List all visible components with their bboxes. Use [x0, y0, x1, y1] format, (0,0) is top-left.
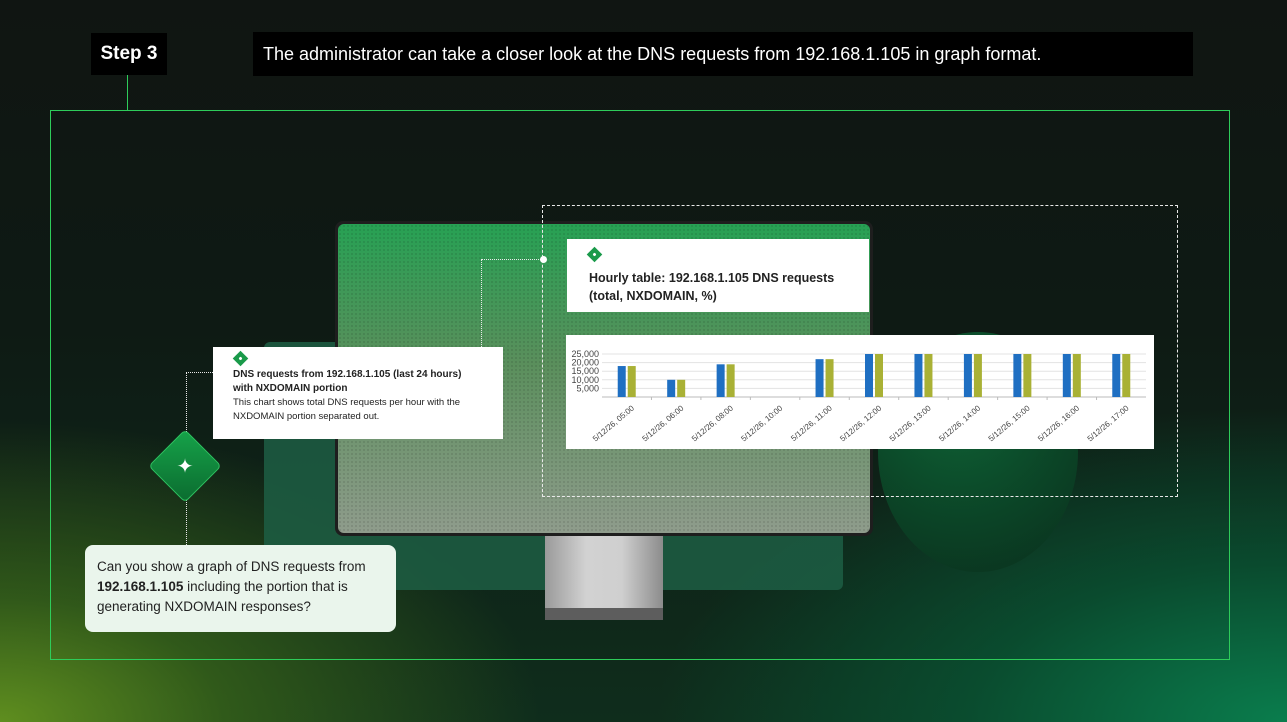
connector-dot: [540, 256, 547, 263]
prompt-text-pre: Can you show a graph of DNS requests fro…: [97, 559, 366, 574]
x-tick-label: 5/12/26, 16:00: [1036, 403, 1081, 443]
user-prompt-bubble: Can you show a graph of DNS requests fro…: [85, 545, 396, 632]
bar-total: [815, 359, 824, 397]
bar-nxdomain: [973, 354, 982, 397]
x-tick-label: 5/12/26, 06:00: [640, 403, 685, 443]
step-badge: Step 3: [91, 33, 167, 75]
bar-nxdomain: [875, 354, 883, 397]
dns-bar-chart[interactable]: 25,000 20,000 15,000 10,000 5,000 5/12/26, 05…: [566, 335, 1154, 449]
connector-line: [481, 259, 482, 347]
bar-total: [914, 354, 923, 397]
bar-total: [963, 354, 972, 397]
y-tick-label: 5,000: [576, 383, 599, 393]
monitor-stand: [545, 536, 663, 612]
dns-requests-card[interactable]: DNS requests from 192.168.1.105 (last 24…: [213, 347, 503, 439]
monitor-stand-base: [545, 608, 663, 620]
bar-nxdomain: [726, 364, 735, 397]
bar-nxdomain: [677, 379, 686, 397]
sparkle-icon: ✦: [176, 455, 194, 478]
step-description: The administrator can take a closer look…: [253, 32, 1193, 76]
x-tick-label: 5/12/26, 10:00: [739, 403, 784, 443]
bar-nxdomain: [1023, 354, 1032, 397]
bar-nxdomain: [1072, 354, 1081, 397]
bar-nxdomain: [627, 366, 636, 397]
bar-total: [1112, 354, 1121, 397]
dns-card-description: This chart shows total DNS requests per …: [233, 397, 461, 422]
bar-total: [617, 366, 626, 397]
bar-total: [865, 354, 873, 397]
x-tick-label: 5/12/26, 13:00: [888, 403, 933, 443]
x-tick-label: 5/12/26, 17:00: [1086, 403, 1131, 443]
x-tick-label: 5/12/26, 12:00: [838, 403, 883, 443]
bar-nxdomain: [825, 359, 834, 397]
bar-total: [1062, 354, 1071, 397]
x-tick-label: 5/12/26, 11:00: [789, 403, 834, 443]
prompt-ip: 192.168.1.105: [97, 579, 184, 594]
x-tick-label: 5/12/26, 08:00: [690, 403, 735, 443]
dns-card-title: DNS requests from 192.168.1.105 (last 24…: [233, 369, 462, 394]
diamond-dots-icon: [586, 246, 603, 263]
bar-total: [716, 364, 725, 397]
bar-total: [667, 379, 676, 397]
connector-line: [481, 259, 543, 260]
bar-nxdomain: [924, 354, 933, 397]
hourly-table-card[interactable]: Hourly table: 192.168.1.105 DNS requests…: [567, 239, 869, 312]
x-tick-label: 5/12/26, 14:00: [937, 403, 982, 443]
step-connector-line: [127, 75, 128, 111]
bar-total: [1013, 354, 1022, 397]
hourly-table-title: Hourly table: 192.168.1.105 DNS requests…: [589, 271, 835, 303]
connector-line: [186, 372, 213, 373]
bar-nxdomain: [1122, 354, 1131, 397]
x-tick-label: 5/12/26, 15:00: [987, 403, 1032, 443]
diamond-dots-icon: [232, 350, 249, 367]
chart-svg: 25,00020,00015,00010,0005,0005/12/26, 05…: [571, 349, 1146, 443]
x-tick-label: 5/12/26, 05:00: [591, 403, 636, 443]
